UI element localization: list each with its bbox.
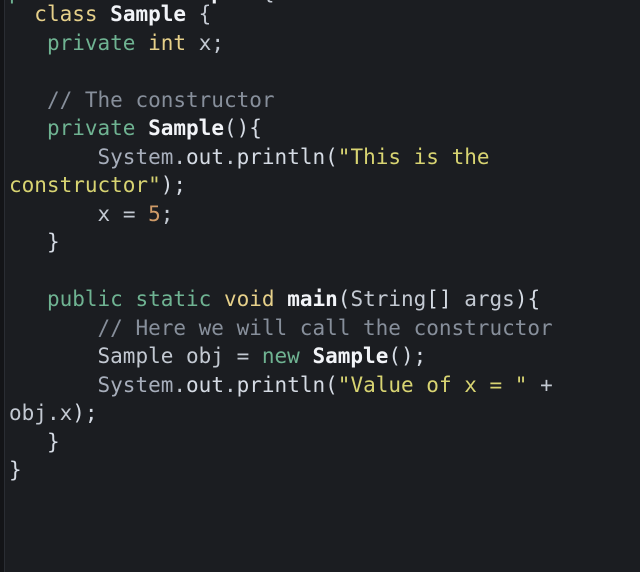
code-line: public static void main(String[] args){ [9,285,640,314]
code-line: private int x; [9,29,640,58]
code-token-plain: + [527,372,566,397]
code-token-type: main [287,287,338,311]
code-line: x = 5; [9,200,640,229]
code-token-plain: String [350,287,427,311]
code-token-keyword: void [223,287,275,311]
code-line: System.out.println("Value of x = " + obj… [9,371,640,428]
code-token-member: out [186,144,224,169]
code-token-keyword: class [34,2,98,26]
code-token-punct: . [223,372,237,397]
code-token-modifier: public [46,287,123,311]
code-line: private Sample(){ [9,114,640,143]
code-token-member: println [236,144,326,169]
code-line: // Here we will call the constructor [9,314,640,343]
code-token-comment: // Here we will call the constructor [97,315,553,340]
code-line: } [9,228,640,257]
code-line: } [9,428,640,457]
code-token-plain: = [110,201,149,226]
code-token-keyword: int [148,30,187,55]
code-token-member: println [236,372,326,397]
code-token-modifier: new [261,344,300,368]
code-token-plain: Sample [97,344,174,368]
code-token-plain: x [198,30,212,55]
code-token-bracket: } [46,230,60,254]
code-token-type: Sample [148,116,224,140]
code-token-type: Sample [312,344,389,368]
code-token-bracket: [] [426,287,465,311]
code-token-plain: args [464,287,515,311]
code-token-type: Sample [110,2,187,26]
code-token-number: 5 [148,201,161,226]
code-token-plain: x [59,401,73,425]
code-token-punct: . [223,144,237,169]
code-token-modifier: static [135,287,212,311]
code-token-plain: x [97,201,111,226]
code-token-string: "Value of x = " [337,372,528,397]
code-token-punct: . [173,144,187,169]
code-token-bracket: ); [72,401,98,425]
code-token-bracket: ){ [514,287,541,311]
code-line: System.out.println("This is the construc… [9,143,640,200]
code-token-comment: // The constructor [46,87,275,112]
code-token-plain: obj = [173,344,262,368]
code-token-bracket: ( [325,144,338,169]
code-token-punct: { [186,2,212,26]
code-line: Sample obj = new Sample(); [9,342,640,371]
code-token-punct: . [173,372,187,397]
code-token-plain: obj [9,401,47,425]
code-token-bracket: (); [388,344,427,368]
code-token-bracket: } [9,458,22,482]
code-token-bracket: ( [325,372,338,397]
code-token-ident: System [97,144,174,169]
code-line: class Sample { [9,0,640,29]
code-token-punct: ; [160,201,174,226]
code-text-area[interactable]: class Sample { private int x; // The con… [0,0,640,572]
code-token-bracket: } [46,429,60,454]
code-editor[interactable]: public class Sample { class Sample { pri… [0,0,640,572]
code-token-bracket: (){ [223,116,262,140]
code-line: // The constructor [9,86,640,115]
code-line: } [9,456,640,485]
code-token-member: out [186,372,224,397]
code-token-bracket: ( [337,287,351,311]
code-token-modifier: private [46,30,136,55]
code-token-ident: System [97,372,174,397]
code-token-modifier: private [46,116,136,140]
code-token-bracket: ); [160,173,187,197]
code-token-punct: ; [211,30,225,55]
code-token-punct: . [46,401,60,425]
